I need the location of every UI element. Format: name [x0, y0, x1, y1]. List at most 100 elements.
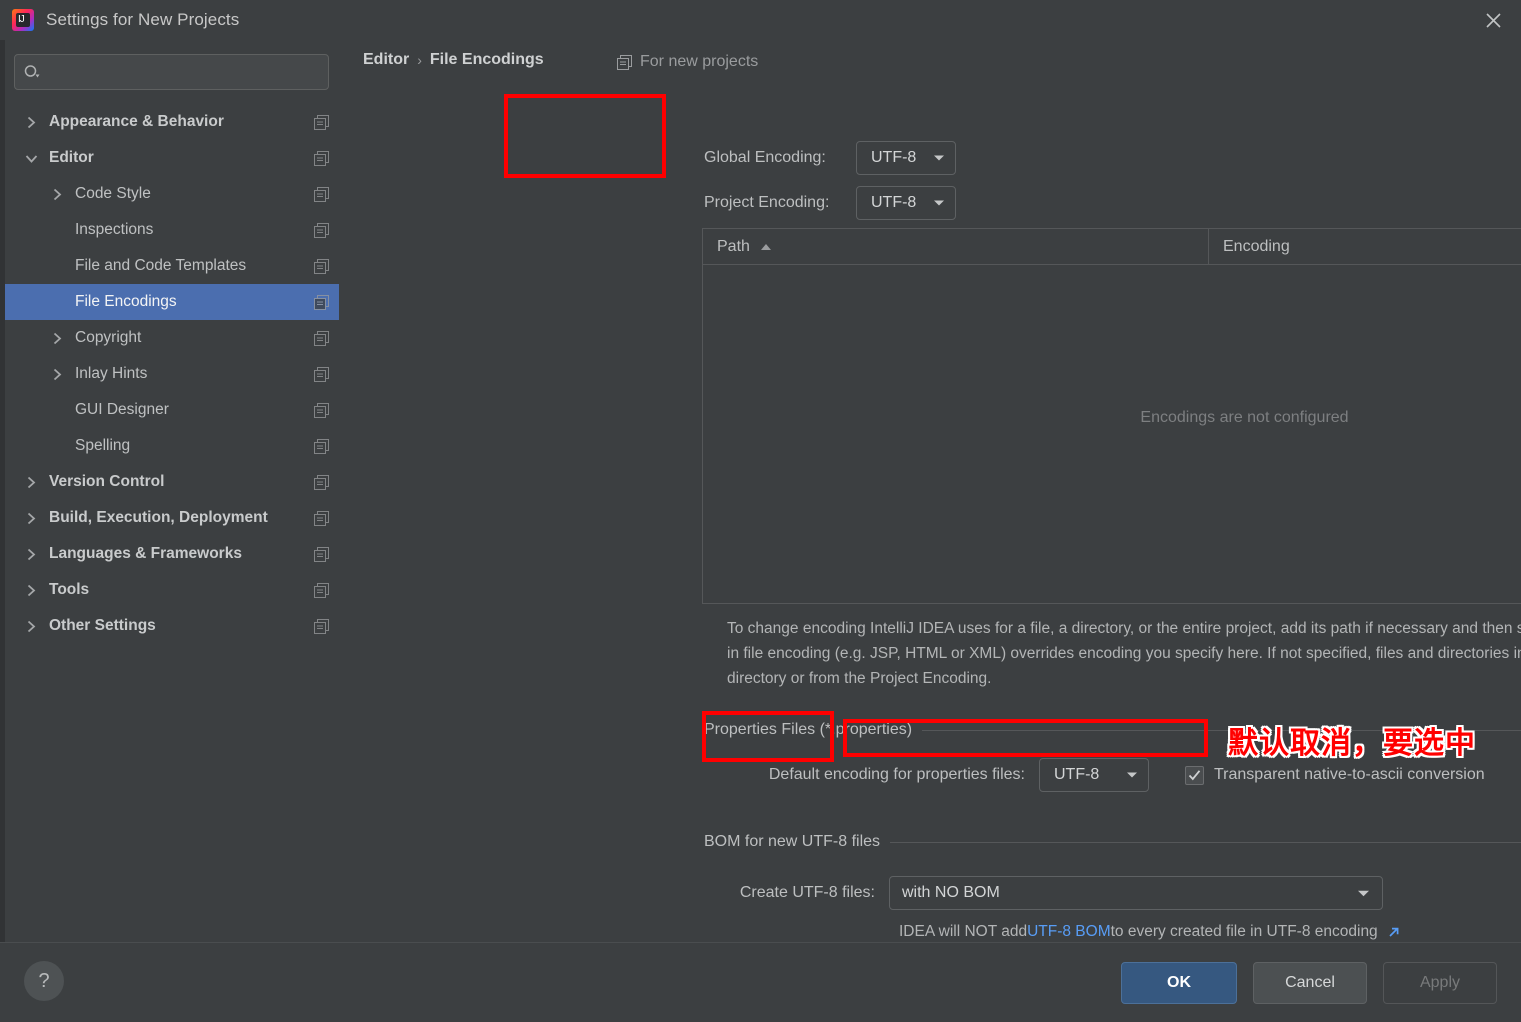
search-icon	[24, 65, 41, 80]
chevron-right-icon[interactable]	[49, 330, 65, 346]
sidebar-item-label: Inlay Hints	[75, 365, 147, 383]
copy-icon[interactable]	[314, 475, 329, 490]
sidebar-item-file-and-code-templates[interactable]: File and Code Templates	[5, 248, 339, 284]
chevron-right-icon[interactable]	[49, 366, 65, 382]
ok-button[interactable]: OK	[1121, 962, 1237, 1004]
column-header-path-label: Path	[717, 238, 750, 256]
sidebar-item-label: Copyright	[75, 329, 141, 347]
search-input[interactable]	[47, 63, 319, 81]
apply-button[interactable]: Apply	[1383, 962, 1497, 1004]
search-wrapper	[5, 40, 339, 90]
transparent-conversion-checkbox-row[interactable]: Transparent native-to-ascii conversion	[1185, 766, 1485, 785]
close-icon[interactable]	[1465, 0, 1521, 40]
sidebar-item-editor[interactable]: Editor	[5, 140, 339, 176]
copy-icon[interactable]	[314, 187, 329, 202]
settings-sidebar: Appearance & BehaviorEditorCode StyleIns…	[5, 40, 339, 942]
title-bar: IJ Settings for New Projects	[0, 0, 1521, 40]
copy-icon[interactable]	[314, 151, 329, 166]
sidebar-item-code-style[interactable]: Code Style	[5, 176, 339, 212]
chevron-right-icon[interactable]	[23, 546, 39, 562]
sidebar-item-label: File Encodings	[75, 293, 177, 311]
sidebar-item-version-control[interactable]: Version Control	[5, 464, 339, 500]
sidebar-item-spelling[interactable]: Spelling	[5, 428, 339, 464]
copy-icon[interactable]	[314, 619, 329, 634]
chevron-right-icon[interactable]	[23, 114, 39, 130]
divider	[890, 842, 1521, 843]
chevron-down-icon	[933, 154, 945, 162]
sidebar-item-inspections[interactable]: Inspections	[5, 212, 339, 248]
encodings-table: Path Encoding Encodings are not configur…	[702, 228, 1521, 604]
copy-icon[interactable]	[314, 403, 329, 418]
scope-label: For new projects	[640, 53, 758, 71]
sidebar-item-file-encodings[interactable]: File Encodings	[5, 284, 339, 320]
window-title: Settings for New Projects	[46, 10, 239, 30]
bom-note: IDEA will NOT add UTF-8 BOM to every cre…	[899, 923, 1401, 941]
chevron-right-icon[interactable]	[23, 510, 39, 526]
chevron-down-icon	[1126, 771, 1138, 779]
copy-icon[interactable]	[314, 439, 329, 454]
bom-note-before: IDEA will NOT add	[899, 923, 1027, 941]
external-link-icon[interactable]	[1386, 925, 1401, 940]
column-header-path[interactable]: Path	[703, 229, 1209, 264]
bom-row: Create UTF-8 files: with NO BOM	[704, 876, 1383, 910]
encodings-table-main: Path Encoding Encodings are not configur…	[703, 229, 1521, 603]
chevron-right-icon[interactable]	[23, 474, 39, 490]
sidebar-item-label: Build, Execution, Deployment	[49, 509, 268, 527]
copy-icon[interactable]	[314, 115, 329, 130]
sidebar-item-other-settings[interactable]: Other Settings	[5, 608, 339, 644]
bom-create-value: with NO BOM	[902, 884, 1000, 902]
chevron-right-icon[interactable]	[23, 618, 39, 634]
properties-encoding-row: Default encoding for properties files: U…	[704, 758, 1485, 792]
bom-note-after: to every created file in UTF-8 encoding	[1111, 923, 1378, 941]
copy-icon[interactable]	[314, 547, 329, 562]
sidebar-item-inlay-hints[interactable]: Inlay Hints	[5, 356, 339, 392]
bom-create-combo[interactable]: with NO BOM	[889, 876, 1383, 910]
breadcrumb: Editor › File Encodings	[363, 51, 544, 69]
sidebar-item-appearance-behavior[interactable]: Appearance & Behavior	[5, 104, 339, 140]
sidebar-item-label: Other Settings	[49, 617, 156, 635]
sidebar-item-label: Languages & Frameworks	[49, 545, 242, 563]
sidebar-item-languages-frameworks[interactable]: Languages & Frameworks	[5, 536, 339, 572]
sidebar-item-label: Spelling	[75, 437, 130, 455]
help-button[interactable]: ?	[24, 961, 64, 1001]
copy-icon[interactable]	[314, 331, 329, 346]
empty-state-message: Encodings are not configured	[1140, 409, 1348, 427]
sort-ascending-icon	[760, 243, 772, 251]
sidebar-item-label: GUI Designer	[75, 401, 169, 419]
global-encoding-combo[interactable]: UTF-8	[856, 141, 956, 175]
breadcrumb-separator-icon: ›	[417, 52, 422, 68]
cancel-button[interactable]: Cancel	[1253, 962, 1367, 1004]
chevron-right-icon[interactable]	[23, 582, 39, 598]
global-encoding-label: Global Encoding:	[704, 149, 856, 167]
chevron-right-icon[interactable]	[49, 186, 65, 202]
copy-icon[interactable]	[314, 295, 329, 310]
sidebar-item-copyright[interactable]: Copyright	[5, 320, 339, 356]
global-encoding-value: UTF-8	[871, 149, 916, 167]
copy-icon[interactable]	[314, 259, 329, 274]
chevron-down-icon[interactable]	[23, 150, 39, 166]
intellij-idea-icon: IJ	[12, 9, 34, 31]
chevron-down-icon	[1357, 889, 1370, 898]
sidebar-item-build-execution-deployment[interactable]: Build, Execution, Deployment	[5, 500, 339, 536]
copy-icon[interactable]	[314, 511, 329, 526]
column-header-encoding[interactable]: Encoding	[1209, 229, 1521, 264]
copy-icon	[617, 55, 632, 70]
sidebar-item-tools[interactable]: Tools	[5, 572, 339, 608]
annotation-chinese-note: 默认取消，要选中	[1228, 718, 1476, 762]
properties-encoding-label: Default encoding for properties files:	[704, 766, 1039, 784]
project-encoding-row: Project Encoding: UTF-8	[704, 186, 956, 220]
copy-icon[interactable]	[314, 583, 329, 598]
encodings-description: To change encoding IntelliJ IDEA uses fo…	[727, 616, 1521, 691]
copy-icon[interactable]	[314, 367, 329, 382]
utf8-bom-link[interactable]: UTF-8 BOM	[1027, 923, 1111, 941]
transparent-conversion-checkbox[interactable]	[1185, 766, 1204, 785]
properties-encoding-value: UTF-8	[1054, 766, 1099, 784]
project-encoding-combo[interactable]: UTF-8	[856, 186, 956, 220]
sidebar-item-gui-designer[interactable]: GUI Designer	[5, 392, 339, 428]
encodings-table-header: Path Encoding	[703, 229, 1521, 265]
settings-tree: Appearance & BehaviorEditorCode StyleIns…	[5, 104, 339, 644]
properties-encoding-combo[interactable]: UTF-8	[1039, 758, 1149, 792]
copy-icon[interactable]	[314, 223, 329, 238]
search-box[interactable]	[14, 54, 329, 90]
breadcrumb-parent[interactable]: Editor	[363, 51, 409, 69]
